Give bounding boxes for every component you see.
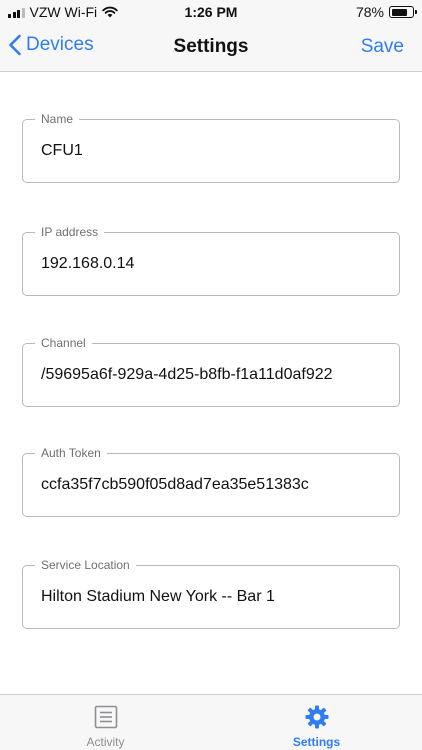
auth-token-field-value[interactable]: ccfa35f7cb590f05d8ad7ea35e51383c (41, 476, 309, 494)
gear-icon (305, 705, 328, 729)
channel-field[interactable]: Channel /59695a6f-929a-4d25-b8fb-f1a11d0… (22, 336, 400, 407)
name-field-label: Name (35, 112, 80, 126)
ip-address-field-label: IP address (35, 225, 105, 239)
settings-screen: VZW Wi-Fi 1:26 PM 78% Devices Settings S… (0, 0, 422, 750)
auth-token-field[interactable]: Auth Token ccfa35f7cb590f05d8ad7ea35e513… (22, 446, 400, 517)
back-button[interactable]: Devices (8, 34, 94, 56)
battery-fill (391, 8, 408, 16)
service-location-field[interactable]: Service Location Hilton Stadium New York… (22, 558, 400, 629)
tab-settings[interactable]: Settings (211, 695, 422, 750)
list-icon (94, 705, 117, 729)
status-bar: VZW Wi-Fi 1:26 PM 78% (0, 0, 422, 24)
tab-activity[interactable]: Activity (0, 695, 211, 750)
ip-address-field[interactable]: IP address 192.168.0.14 (22, 225, 400, 296)
ip-address-field-value[interactable]: 192.168.0.14 (41, 255, 134, 273)
service-location-field-value[interactable]: Hilton Stadium New York -- Bar 1 (41, 588, 275, 606)
tab-bar: Activity Settings (0, 694, 422, 750)
chevron-left-icon (9, 34, 21, 56)
tab-activity-label: Activity (86, 735, 125, 749)
battery-icon (389, 6, 417, 18)
save-button[interactable]: Save (361, 36, 404, 58)
tab-settings-label: Settings (292, 735, 341, 749)
back-button-label: Devices (26, 34, 94, 55)
channel-field-label: Channel (35, 336, 92, 350)
service-location-field-label: Service Location (35, 558, 136, 572)
channel-field-value[interactable]: /59695a6f-929a-4d25-b8fb-f1a11d0af922 (41, 366, 333, 384)
name-field[interactable]: Name CFU1 (22, 112, 400, 183)
battery-percent: 78% (355, 4, 384, 20)
name-field-value[interactable]: CFU1 (41, 142, 83, 160)
navigation-bar: Devices Settings Save (0, 24, 422, 72)
auth-token-field-label: Auth Token (35, 446, 107, 460)
status-right: 78% (355, 4, 417, 20)
